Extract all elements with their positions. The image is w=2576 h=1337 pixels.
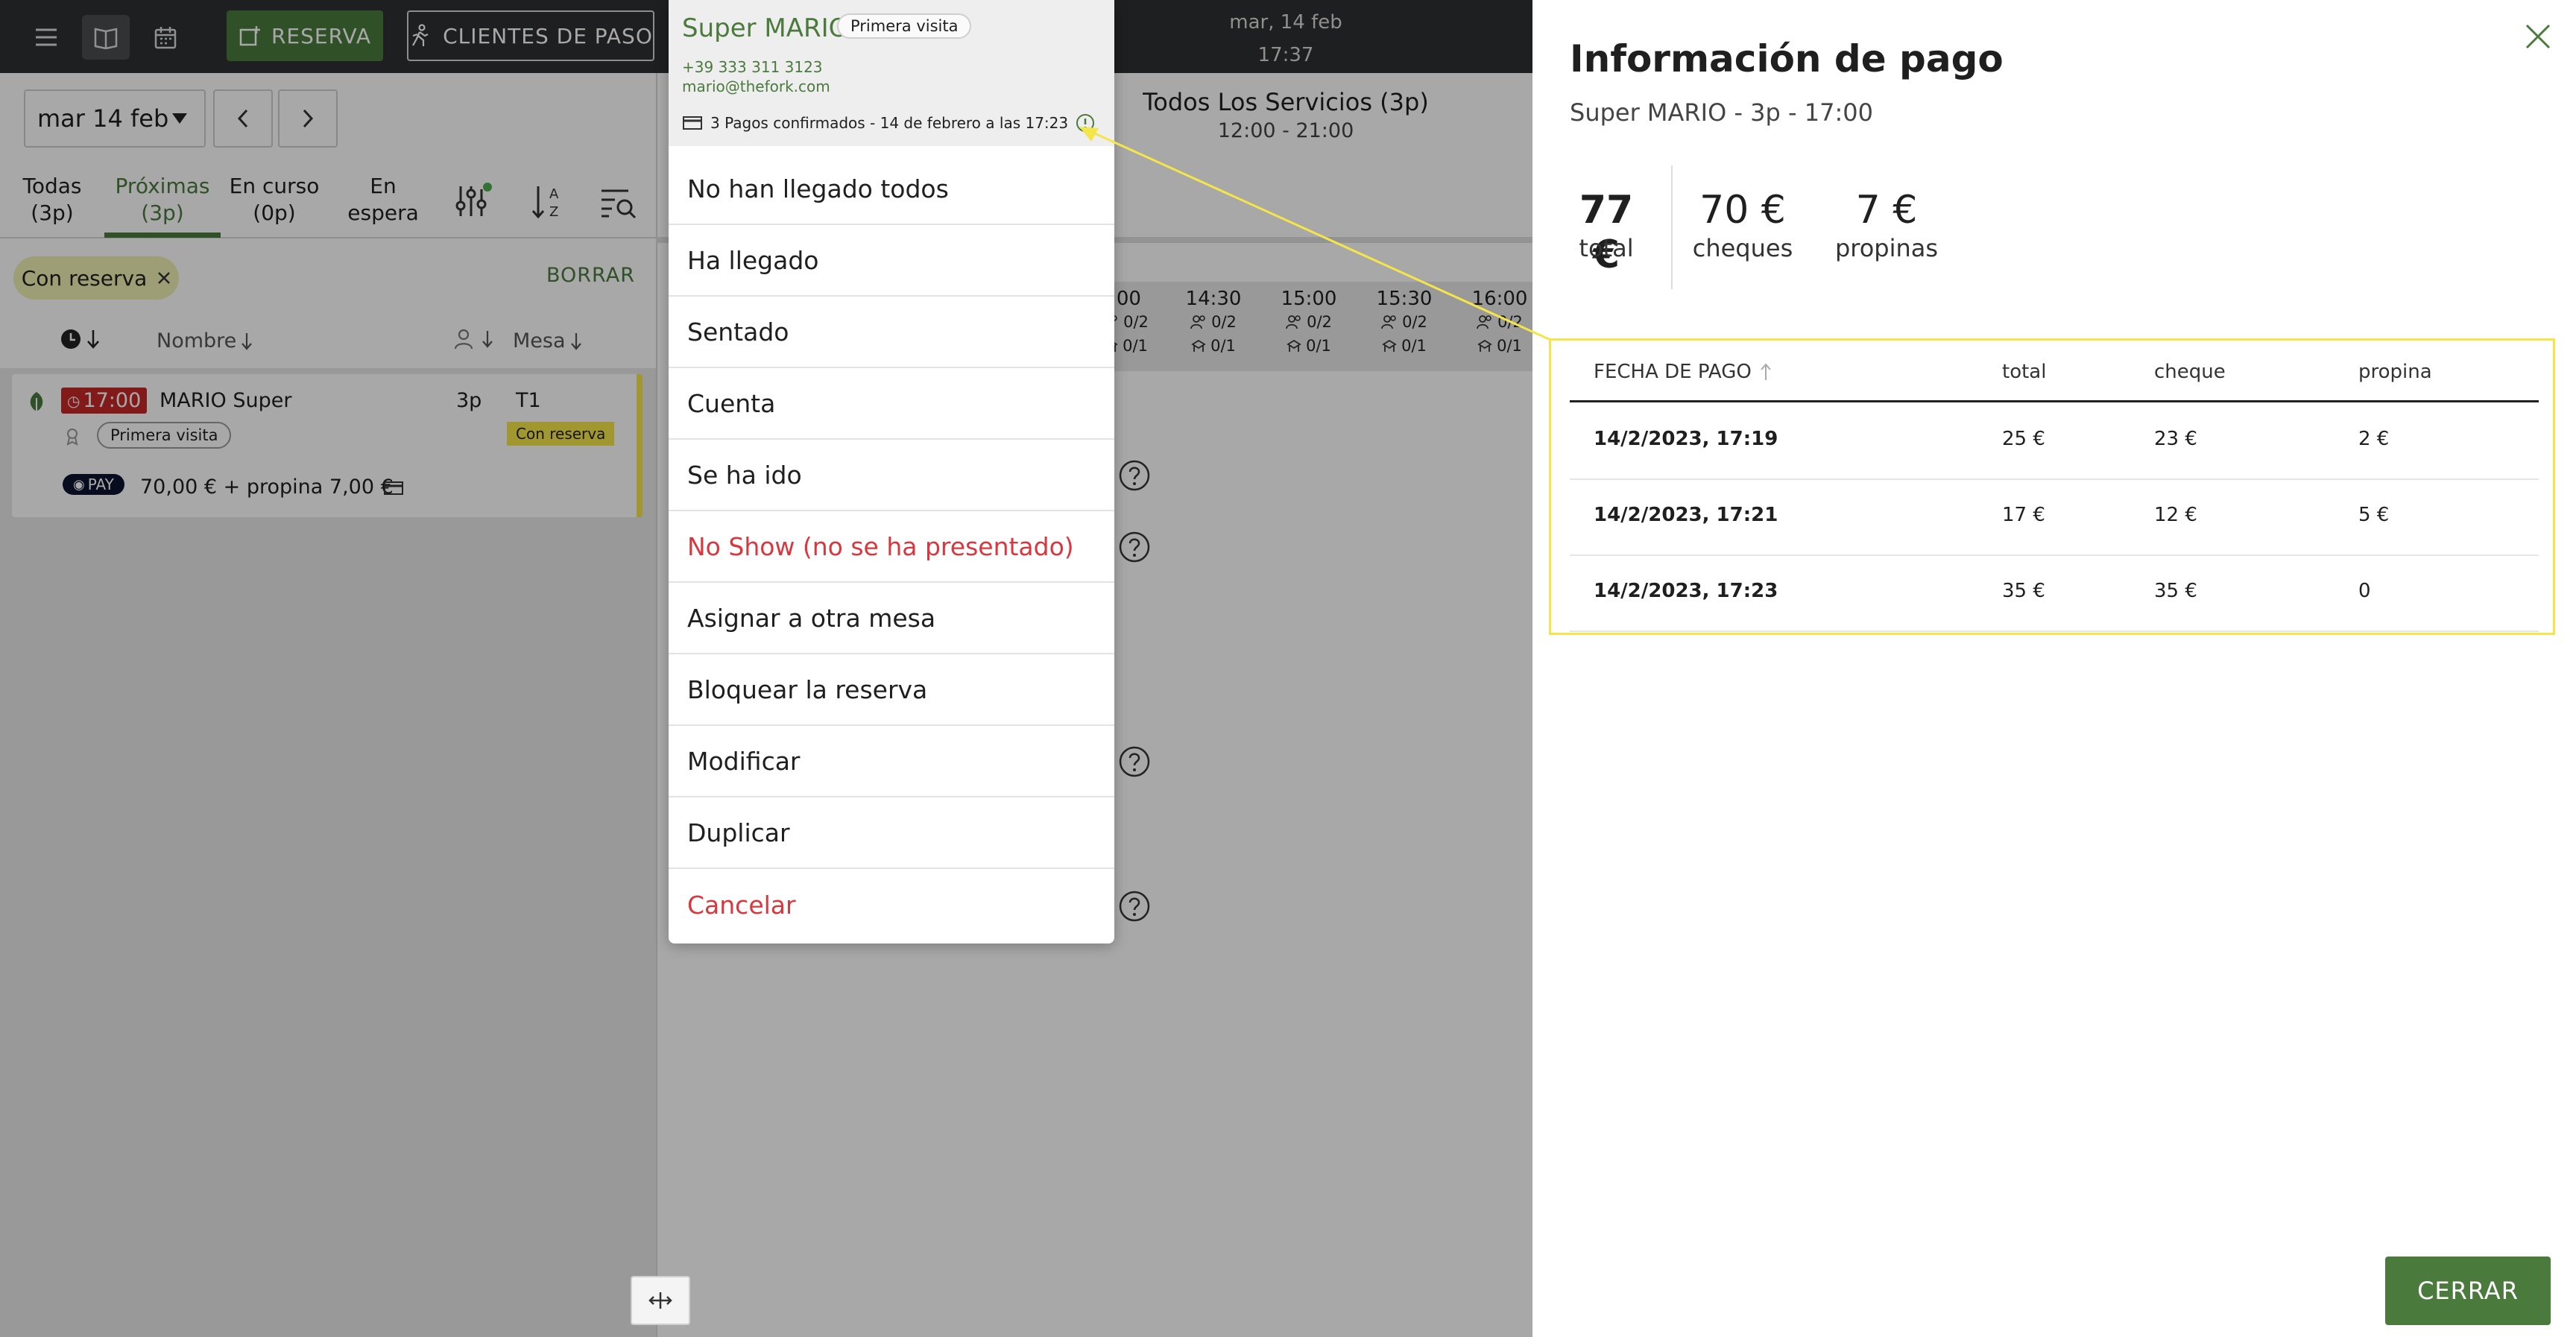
split-resize-handle[interactable] <box>631 1276 690 1325</box>
menu-item-reassign-table[interactable]: Asignar a otra mesa <box>669 583 1114 654</box>
menu-item-not-all-arrived[interactable]: No han llegado todos <box>669 154 1114 225</box>
panel-title: Información de pago <box>1570 37 2004 80</box>
card-payment-icon <box>683 116 702 130</box>
menu-item-duplicate[interactable]: Duplicar <box>669 797 1114 869</box>
menu-item-left[interactable]: Se ha ido <box>669 440 1114 511</box>
stat-total-value: 77 € <box>1579 188 1634 277</box>
close-icon[interactable] <box>2522 21 2554 52</box>
stat-cheques-label: cheques <box>1692 234 1793 262</box>
stat-cheques-value: 70 € <box>1699 188 1786 233</box>
panel-subtitle: Super MARIO - 3p - 17:00 <box>1570 98 1873 127</box>
stat-tips-label: propinas <box>1834 234 1939 262</box>
menu-item-lock-reservation[interactable]: Bloquear la reserva <box>669 654 1114 726</box>
annotation-arrow <box>1079 127 1551 341</box>
menu-item-cancel[interactable]: Cancelar <box>669 869 1114 941</box>
help-icon[interactable] <box>1118 890 1151 923</box>
help-icon[interactable] <box>1118 459 1151 492</box>
stat-tips-value: 7 € <box>1855 188 1918 233</box>
help-icon[interactable] <box>1118 531 1151 563</box>
highlight-box <box>1549 338 2555 635</box>
guest-email[interactable]: mario@thefork.com <box>682 78 830 95</box>
menu-item-bill[interactable]: Cuenta <box>669 368 1114 440</box>
menu-item-no-show[interactable]: No Show (no se ha presentado) <box>669 511 1114 583</box>
resize-arrows-icon <box>648 1292 672 1309</box>
payments-note-text: 3 Pagos confirmados - 14 de febrero a la… <box>710 114 1069 132</box>
help-icon[interactable] <box>1118 745 1151 778</box>
payments-note[interactable]: 3 Pagos confirmados - 14 de febrero a la… <box>682 113 1095 133</box>
close-panel-button[interactable]: CERRAR <box>2385 1257 2551 1325</box>
guest-phone[interactable]: +39 333 311 3123 <box>682 58 823 76</box>
stat-total-label: total <box>1579 234 1634 262</box>
menu-item-arrived[interactable]: Ha llegado <box>669 225 1114 297</box>
first-visit-tag: Primera visita <box>837 13 972 39</box>
guest-name[interactable]: Super MARIO <box>682 13 848 43</box>
reservation-context-menu: Super MARIO Primera visita +39 333 311 3… <box>669 0 1114 944</box>
menu-item-seated[interactable]: Sentado <box>669 297 1114 368</box>
stats-divider <box>1671 165 1673 289</box>
menu-item-modify[interactable]: Modificar <box>669 726 1114 797</box>
